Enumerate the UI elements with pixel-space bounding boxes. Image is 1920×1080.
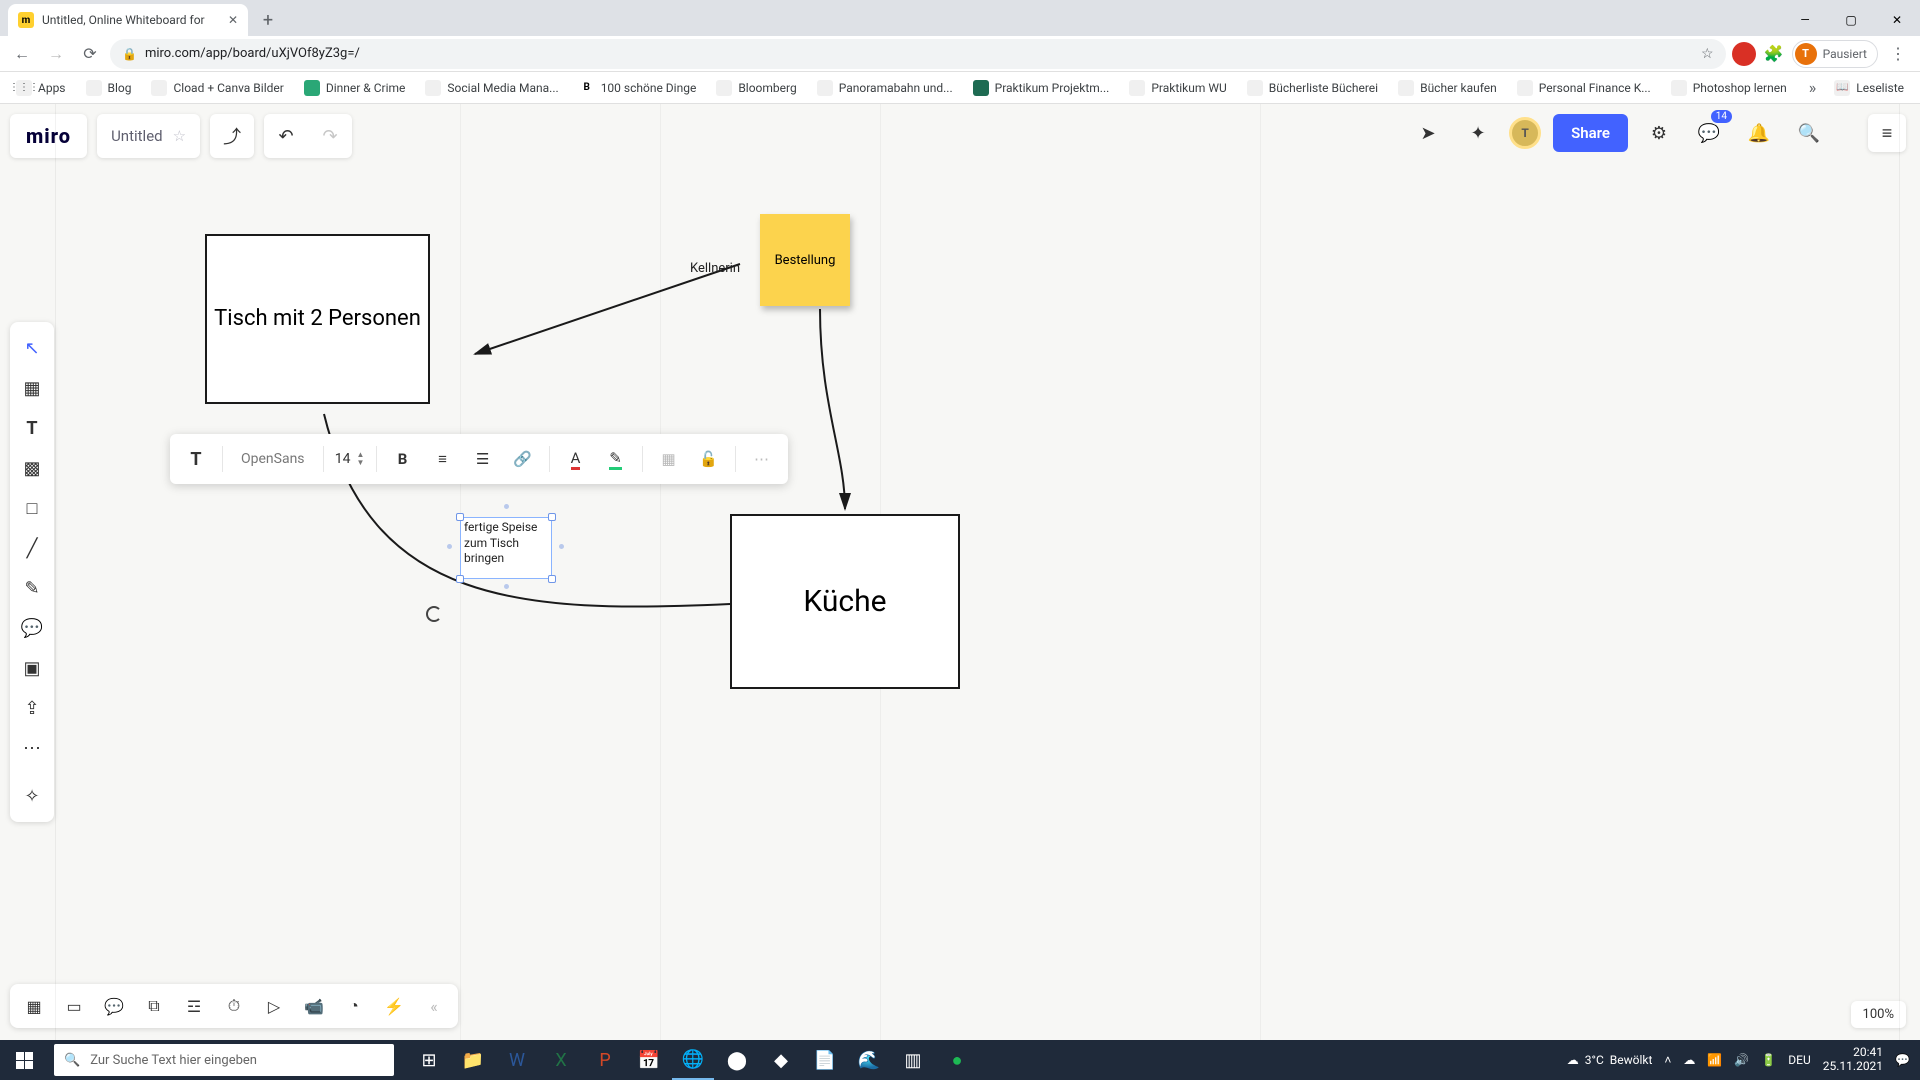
window-minimize[interactable]: — xyxy=(1782,4,1828,36)
bookmark-item[interactable]: B100 schöne Dinge xyxy=(571,80,705,96)
text-color-button[interactable]: A xyxy=(558,441,594,477)
midpoint-handle[interactable] xyxy=(504,504,509,509)
app-icon-2[interactable]: ▥ xyxy=(892,1040,934,1080)
midpoint-handle[interactable] xyxy=(559,544,564,549)
nav-back-button[interactable]: ← xyxy=(8,40,36,68)
rotate-handle[interactable] xyxy=(426,606,442,622)
resize-handle-se[interactable] xyxy=(548,575,556,583)
word-icon[interactable]: W xyxy=(496,1040,538,1080)
edge-icon[interactable]: 🌊 xyxy=(848,1040,890,1080)
calendar-icon[interactable]: 📅 xyxy=(628,1040,670,1080)
tray-chevron-icon[interactable]: ˄ xyxy=(1664,1053,1671,1067)
highlight-button[interactable]: ✎ xyxy=(598,441,634,477)
nav-forward-button[interactable]: → xyxy=(42,40,70,68)
bookmark-item[interactable]: Cload + Canva Bilder xyxy=(143,80,291,96)
bookmark-item[interactable]: Bücher kaufen xyxy=(1390,80,1505,96)
notepad-icon[interactable]: 📄 xyxy=(804,1040,846,1080)
lock-button[interactable]: 🔓 xyxy=(691,441,727,477)
volume-icon[interactable]: 🔊 xyxy=(1734,1053,1749,1067)
selected-text-box[interactable]: fertige Speise zum Tisch bringen xyxy=(460,517,552,579)
language-indicator[interactable]: DEU xyxy=(1788,1053,1810,1067)
spotify-icon[interactable]: ● xyxy=(936,1040,978,1080)
clock[interactable]: 20:41 25.11.2021 xyxy=(1823,1046,1883,1074)
node-tisch[interactable]: Tisch mit 2 Personen xyxy=(205,234,430,404)
bookmark-item[interactable]: Praktikum WU xyxy=(1121,80,1234,96)
bookmark-star-icon[interactable]: ☆ xyxy=(1701,46,1714,62)
extensions-menu-icon[interactable]: 🧩 xyxy=(1762,42,1786,66)
apps-icon: ⋮⋮⋮ xyxy=(16,80,32,96)
obs-icon[interactable]: ⬤ xyxy=(716,1040,758,1080)
midpoint-handle[interactable] xyxy=(504,584,509,589)
app-icon[interactable]: ◆ xyxy=(760,1040,802,1080)
reading-list-icon: 📖 xyxy=(1834,80,1850,96)
text-format-toolbar: T OpenSans 14 ▲▼ B ≡ ☰ 🔗 A ✎ ▦ 🔓 ⋯ xyxy=(170,434,788,484)
bold-button[interactable]: B xyxy=(385,441,421,477)
excel-icon[interactable]: X xyxy=(540,1040,582,1080)
profile-button[interactable]: T Pausiert xyxy=(1792,40,1878,68)
bookmark-item[interactable]: Dinner & Crime xyxy=(296,80,414,96)
align-button[interactable]: ≡ xyxy=(425,441,461,477)
font-size-input[interactable]: 14 ▲▼ xyxy=(332,441,368,477)
profile-status: Pausiert xyxy=(1823,47,1867,61)
browser-tab[interactable]: m Untitled, Online Whiteboard for ✕ xyxy=(8,4,248,36)
file-explorer-icon[interactable]: 📁 xyxy=(452,1040,494,1080)
font-select[interactable]: OpenSans xyxy=(231,441,315,477)
bookmark-item[interactable]: Personal Finance K... xyxy=(1509,80,1659,96)
powerpoint-icon[interactable]: P xyxy=(584,1040,626,1080)
extension-icon[interactable] xyxy=(1732,42,1756,66)
address-bar[interactable]: 🔒 miro.com/app/board/uXjVOf8yZ3g=/ ☆ xyxy=(110,39,1726,69)
tab-close-icon[interactable]: ✕ xyxy=(228,13,238,27)
bookmark-item[interactable]: Blog xyxy=(78,80,140,96)
bookmark-item[interactable]: Bloomberg xyxy=(708,80,804,96)
miro-favicon: m xyxy=(18,12,34,28)
window-close[interactable]: ✕ xyxy=(1874,4,1920,36)
start-button[interactable] xyxy=(0,1040,48,1080)
more-options-button[interactable]: ⋯ xyxy=(744,441,780,477)
link-button[interactable]: 🔗 xyxy=(505,441,541,477)
window-maximize[interactable]: ▢ xyxy=(1828,4,1874,36)
search-placeholder: Zur Suche Text hier eingeben xyxy=(90,1053,257,1068)
battery-icon[interactable]: 🔋 xyxy=(1761,1053,1776,1067)
taskbar-search[interactable]: 🔍 Zur Suche Text hier eingeben xyxy=(54,1044,394,1076)
bg-color-button[interactable]: ▦ xyxy=(651,441,687,477)
midpoint-handle[interactable] xyxy=(447,544,452,549)
resize-handle-ne[interactable] xyxy=(548,513,556,521)
list-button[interactable]: ☰ xyxy=(465,441,501,477)
nav-reload-button[interactable]: ⟳ xyxy=(76,40,104,68)
weather-icon: ☁ xyxy=(1567,1053,1579,1067)
windows-taskbar: 🔍 Zur Suche Text hier eingeben ⊞ 📁 W X P… xyxy=(0,1040,1920,1080)
new-tab-button[interactable]: + xyxy=(254,6,282,34)
label-kellnerin[interactable]: Kellnerin xyxy=(690,261,740,276)
bookmark-item[interactable]: Photoshop lernen xyxy=(1663,80,1795,96)
bookmarks-overflow[interactable]: » xyxy=(1809,78,1817,97)
text-type-icon[interactable]: T xyxy=(178,441,214,477)
lock-icon: 🔒 xyxy=(122,47,137,61)
bookmark-item[interactable]: Social Media Mana... xyxy=(417,80,566,96)
wifi-icon[interactable]: 📶 xyxy=(1707,1053,1722,1067)
bookmark-item[interactable]: Bücherliste Bücherei xyxy=(1239,80,1386,96)
search-icon: 🔍 xyxy=(64,1053,80,1068)
resize-handle-sw[interactable] xyxy=(456,575,464,583)
node-kueche[interactable]: Küche xyxy=(730,514,960,689)
size-down-icon[interactable]: ▼ xyxy=(356,459,364,467)
task-view-icon[interactable]: ⊞ xyxy=(408,1040,450,1080)
tab-title: Untitled, Online Whiteboard for xyxy=(42,13,205,27)
canvas[interactable]: Tisch mit 2 Personen Küche Bestellung Ke… xyxy=(0,104,1920,1040)
chrome-icon[interactable]: 🌐 xyxy=(672,1040,714,1080)
sticky-bestellung[interactable]: Bestellung xyxy=(760,214,850,306)
onedrive-icon[interactable]: ☁ xyxy=(1683,1053,1695,1067)
url-text: miro.com/app/board/uXjVOf8yZ3g=/ xyxy=(145,46,360,61)
bookmark-item[interactable]: Praktikum Projektm... xyxy=(965,80,1118,96)
bookmarks-bar: ⋮⋮⋮Apps Blog Cload + Canva Bilder Dinner… xyxy=(0,72,1920,104)
resize-handle-nw[interactable] xyxy=(456,513,464,521)
bookmark-item[interactable]: Panoramabahn und... xyxy=(809,80,961,96)
chrome-menu-button[interactable]: ⋮ xyxy=(1884,44,1912,63)
notifications-icon[interactable]: 💬 xyxy=(1895,1053,1910,1067)
apps-button[interactable]: ⋮⋮⋮Apps xyxy=(8,80,74,96)
weather-widget[interactable]: ☁ 3°C Bewölkt xyxy=(1567,1053,1653,1067)
reading-list-button[interactable]: 📖Leseliste xyxy=(1826,80,1912,96)
profile-avatar: T xyxy=(1795,43,1817,65)
